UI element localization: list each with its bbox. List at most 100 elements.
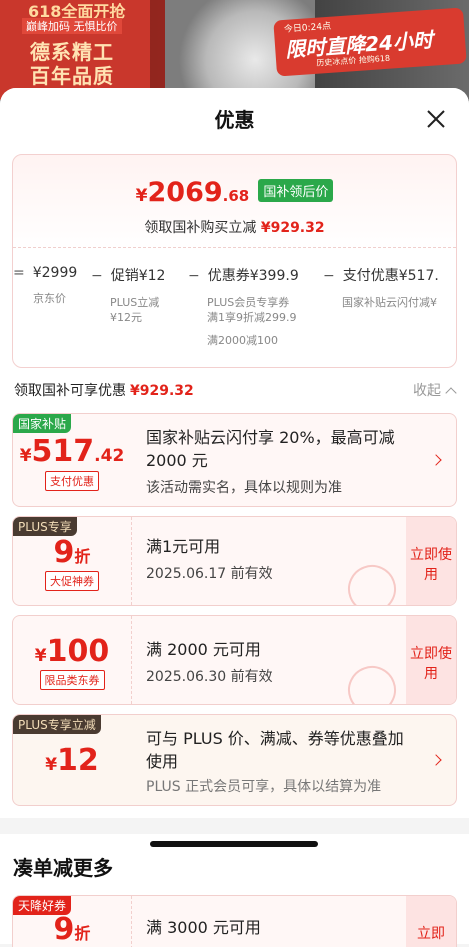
coupon-label: 限品类东券 — [39, 670, 105, 690]
coupon-body: 满 3000 元可用 — [146, 916, 396, 939]
coupon-currency: ¥ — [45, 755, 58, 775]
coupon-amount: ¥517.42 — [13, 434, 131, 469]
sheet-title: 优惠 — [214, 108, 255, 132]
section-label-text: 领取国补可享优惠 — [14, 383, 126, 399]
background-banner: 618全面开抢 巅峰加码 无惧比价 德系精工 百年品质 今日0:24点 限时直降… — [0, 0, 469, 100]
coupon-left: PLUS专享 9折 大促神券 — [13, 517, 131, 605]
price-summary-card: ¥2069.68 国补领后价 领取国补购买立减 ¥929.32 = ¥2999 京… — [12, 154, 457, 368]
banner-line-4: 百年品质 — [30, 64, 114, 88]
breakdown-operator: − — [323, 268, 335, 284]
breakdown-operator: − — [91, 268, 103, 284]
summary-divider — [13, 247, 456, 248]
claim-button[interactable]: 立即使用 — [406, 616, 456, 704]
flash-sale-banner: 今日0:24点 限时直降24小时 历史冰点价 抢购618 — [273, 7, 467, 77]
savings-amount: ¥929.32 — [260, 220, 325, 236]
breakdown-note: 满2000减100 — [207, 334, 278, 347]
coupon-separator — [131, 616, 132, 704]
coupon-left: ¥100 限品类东券 — [13, 616, 131, 704]
breakdown-operator: = — [13, 265, 25, 281]
coupon-gov-subsidy[interactable]: 国家补贴 ¥517.42 支付优惠 国家补贴云闪付享 20%，最高可减 2000… — [12, 413, 457, 507]
coupon-title: 满 3000 元可用 — [146, 918, 261, 937]
breakdown-item: − 支付优惠¥517. 国家补贴云闪付减¥ — [323, 265, 439, 310]
price-decimal: .68 — [222, 187, 250, 205]
breakdown-note: ¥12元 — [110, 311, 142, 324]
coupon-decimal: .42 — [94, 446, 125, 466]
price-integer: 2069 — [147, 177, 223, 208]
coupon-value: 100 — [46, 634, 110, 669]
breakdown-item: − 优惠券¥399.9 PLUS会员专享券 满1享9折减299.9 满2000减100 — [188, 265, 299, 348]
coupon-plus-reduction[interactable]: PLUS专享立减 ¥12 可与 PLUS 价、满减、券等优惠叠加使用 PLUS … — [12, 714, 457, 806]
coupon-left: PLUS专享立减 ¥12 — [13, 715, 131, 805]
subsidy-savings-line: 领取国补购买立减 ¥929.32 — [13, 217, 456, 237]
breakdown-item: = ¥2999 京东价 — [13, 265, 77, 306]
coupon-value: 12 — [57, 743, 99, 778]
coupon-unit: 折 — [74, 547, 91, 566]
coupon-left: 国家补贴 ¥517.42 支付优惠 — [13, 414, 131, 506]
chevron-right-icon[interactable] — [430, 754, 442, 766]
coupon-category: ¥100 限品类东券 满 2000 元可用 2025.06.30 前有效 立即使… — [12, 615, 457, 705]
coupon-title: 满 2000 元可用 — [146, 640, 261, 659]
price-currency: ¥ — [135, 186, 148, 206]
coupon-sky-drop: 天降好券 9折 满 3000 元可用 立即 — [12, 895, 457, 947]
discount-sheet: 优惠 ¥2069.68 国补领后价 领取国补购买立减 ¥929.32 = ¥299… — [0, 88, 469, 947]
coupon-title: 国家补贴云闪付享 20%，最高可减 2000 元 — [146, 428, 395, 470]
coupon-value: 517 — [31, 434, 95, 469]
claim-button[interactable]: 立即 — [406, 896, 456, 947]
banner-line-2: 巅峰加码 无惧比价 — [22, 18, 122, 34]
chevron-up-icon — [445, 387, 457, 399]
coupon-title: 可与 PLUS 价、满减、券等优惠叠加使用 — [146, 729, 404, 771]
coupon-body: 国家补贴云闪付享 20%，最高可减 2000 元 该活动需实名，具体以规则为准 — [146, 426, 416, 498]
gov-subsidy-section-header: 领取国补可享优惠 ¥929.32 收起 — [12, 368, 457, 404]
coupon-plus-discount: PLUS专享 9折 大促神券 满1元可用 2025.06.17 前有效 立即使用 — [12, 516, 457, 606]
section-amount: ¥929.32 — [130, 383, 194, 399]
coupon-currency: ¥ — [19, 446, 32, 466]
coupon-body: 可与 PLUS 价、满减、券等优惠叠加使用 PLUS 正式会员可享，具体以结算为… — [146, 727, 416, 797]
coupon-amount: ¥12 — [13, 743, 131, 778]
section-label: 领取国补可享优惠 ¥929.32 — [14, 380, 194, 400]
breakdown-note: 满1享9折减299.9 — [207, 311, 297, 324]
savings-label: 领取国补购买立减 — [144, 220, 257, 236]
coupon-value: 9 — [53, 912, 75, 947]
price-breakdown[interactable]: = ¥2999 京东价 − 促销¥12 PLUS立减 ¥12元 − 优惠券¥399.9 … — [13, 265, 456, 355]
breakdown-note: PLUS立减 — [110, 296, 160, 309]
coupon-desc: 该活动需实名，具体以规则为准 — [146, 480, 342, 496]
breakdown-note: 国家补贴云闪付减¥ — [342, 296, 437, 309]
gov-subsidy-badge: 国补领后价 — [258, 179, 334, 202]
breakdown-value: 优惠券¥399.9 — [207, 268, 299, 284]
coupon-tag: PLUS专享 — [13, 517, 77, 536]
coupon-currency: ¥ — [34, 646, 47, 666]
chevron-right-icon[interactable] — [430, 454, 442, 466]
breakdown-value: 促销¥12 — [110, 268, 166, 284]
coupon-label: 大促神券 — [45, 571, 99, 591]
left-promo-banner: 618全面开抢 巅峰加码 无惧比价 德系精工 百年品质 — [0, 0, 150, 100]
coupon-unit: 折 — [74, 924, 91, 943]
breakdown-value: ¥2999 — [32, 265, 78, 281]
coupon-tag: PLUS专享立减 — [13, 715, 101, 734]
coupon-left: 天降好券 9折 — [13, 896, 131, 947]
coupon-title: 满1元可用 — [146, 537, 221, 556]
coupon-tag: 国家补贴 — [13, 414, 72, 433]
sheet-header: 优惠 — [0, 88, 469, 150]
breakdown-note: PLUS会员专享券 — [207, 296, 290, 309]
final-price-row: ¥2069.68 国补领后价 — [13, 177, 456, 208]
breakdown-value: 支付优惠¥517. — [342, 268, 439, 284]
home-indicator[interactable] — [150, 841, 318, 847]
coupon-separator — [131, 896, 132, 947]
breakdown-operator: − — [188, 268, 200, 284]
discount-content: ¥2069.68 国补领后价 领取国补购买立减 ¥929.32 = ¥2999 京… — [0, 150, 469, 818]
coupon-desc: PLUS 正式会员可享，具体以结算为准 — [146, 779, 382, 795]
coupon-label: 支付优惠 — [45, 471, 99, 491]
more-deals-section: 凑单减更多 天降好券 9折 满 3000 元可用 立即 — [0, 834, 469, 947]
coupon-value: 9 — [53, 535, 75, 570]
collapse-toggle[interactable]: 收起 — [413, 380, 457, 400]
breakdown-item: − 促销¥12 PLUS立减 ¥12元 — [91, 265, 165, 325]
coupon-amount: ¥100 — [13, 634, 131, 669]
coupon-separator — [131, 517, 132, 605]
coupon-amount: 9折 — [13, 535, 131, 570]
more-deals-title: 凑单减更多 — [13, 856, 113, 880]
close-icon[interactable] — [425, 108, 447, 130]
breakdown-note: 京东价 — [33, 292, 66, 305]
coupon-tag: 天降好券 — [13, 896, 72, 915]
coupon-amount: 9折 — [13, 912, 131, 947]
claim-button[interactable]: 立即使用 — [406, 517, 456, 605]
